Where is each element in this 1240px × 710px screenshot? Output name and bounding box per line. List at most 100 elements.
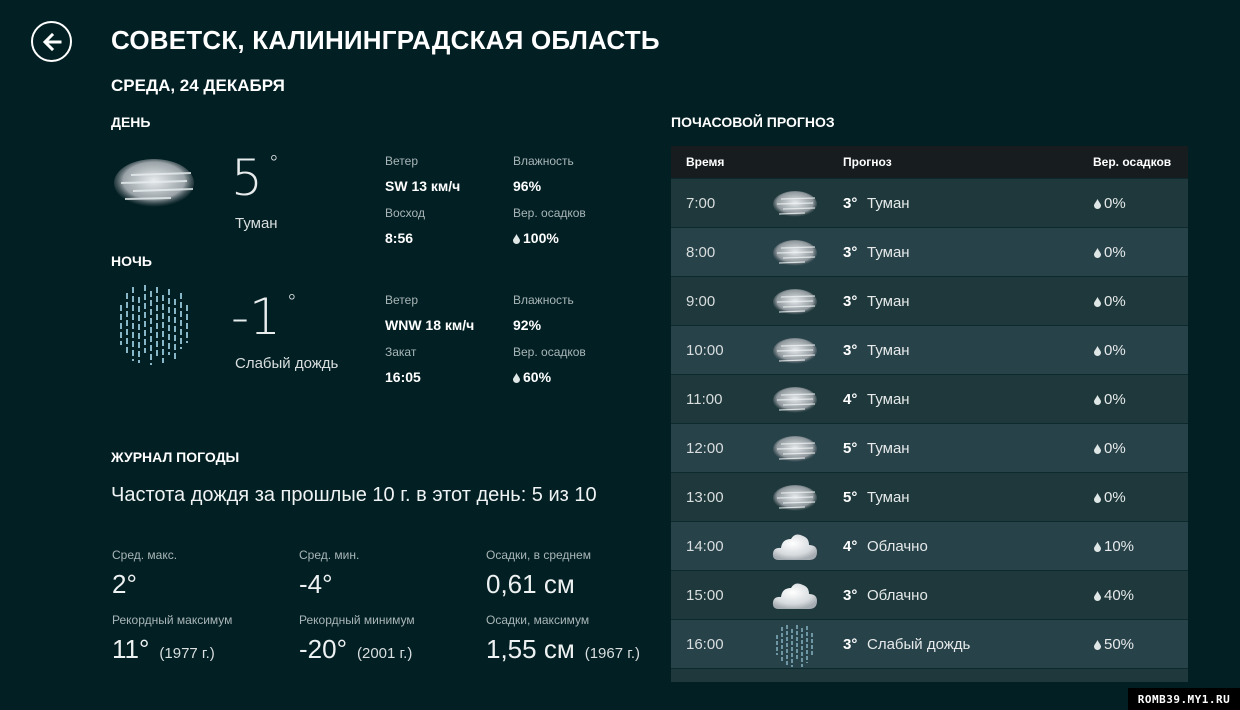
- fog-icon: [771, 383, 819, 417]
- hour-condition: Туман: [867, 293, 910, 310]
- hour-condition: Слабый дождь: [867, 636, 971, 653]
- day-humidity-label: Влажность: [513, 154, 574, 168]
- hour-condition: Туман: [867, 391, 910, 408]
- record-max-label: Рекордный максимум: [112, 613, 233, 627]
- hour-temperature: 5°: [843, 440, 858, 457]
- day-condition: Туман: [235, 215, 278, 232]
- fog-icon: [114, 159, 194, 207]
- watermark: ROMB39.MY1.RU: [1128, 688, 1240, 710]
- avg-precip-label: Осадки, в среднем: [486, 548, 591, 562]
- column-forecast: Прогноз: [843, 155, 892, 169]
- hour-time: 12:00: [686, 440, 724, 457]
- hour-precip: 50%: [1094, 636, 1134, 653]
- table-row[interactable]: 12:00 5° Туман 0%: [671, 423, 1188, 472]
- night-precip-label: Вер. осадков: [513, 345, 586, 359]
- back-button[interactable]: [31, 21, 72, 62]
- night-humidity-label: Влажность: [513, 293, 574, 307]
- hour-temperature: 3°: [843, 195, 858, 212]
- hour-time: 7:00: [686, 195, 716, 212]
- hour-time: 11:00: [686, 391, 723, 408]
- night-temperature: -1 °: [231, 288, 297, 346]
- raindrop-icon: [513, 234, 520, 244]
- day-humidity-value: 96%: [513, 178, 542, 194]
- record-min-label: Рекордный минимум: [299, 613, 415, 627]
- history-title: Частота дождя за прошлые 10 г. в этот де…: [111, 484, 597, 506]
- day-label: ДЕНЬ: [111, 114, 151, 130]
- fog-icon: [771, 187, 819, 221]
- sunrise-label: Восход: [385, 206, 425, 220]
- table-row[interactable]: 11:00 4° Туман 0%: [671, 374, 1188, 423]
- hour-temperature: 4°: [843, 538, 858, 555]
- date-heading: СРЕДА, 24 ДЕКАБРЯ: [111, 76, 285, 95]
- max-precip-label: Осадки, максимум: [486, 613, 590, 627]
- raindrop-icon: [1094, 297, 1101, 307]
- raindrop-icon: [1094, 248, 1101, 258]
- table-row[interactable]: 14:00 4° Облачно 10%: [671, 521, 1188, 570]
- avg-min-label: Сред. мин.: [299, 548, 360, 562]
- table-row[interactable]: 16:00 3° Слабый дождь 50%: [671, 619, 1188, 668]
- hour-temperature: 5°: [843, 489, 858, 506]
- table-row[interactable]: 13:00 5° Туман 0%: [671, 472, 1188, 521]
- max-precip-value: 1,55 см (1967 г.): [486, 634, 641, 664]
- hour-precip: 0%: [1094, 293, 1126, 310]
- table-row[interactable]: 15:00 3° Облачно 40%: [671, 570, 1188, 619]
- sunset-label: Закат: [385, 345, 417, 359]
- hour-condition: Туман: [867, 195, 910, 212]
- avg-precip-value: 0,61 см: [486, 569, 575, 599]
- cloud-icon: [771, 530, 819, 564]
- fog-icon: [771, 236, 819, 270]
- night-label: НОЧЬ: [111, 253, 152, 269]
- hour-condition: Облачно: [867, 538, 928, 555]
- night-precip-value: 60%: [513, 369, 551, 385]
- hour-time: 13:00: [686, 489, 724, 506]
- hour-condition: Туман: [867, 342, 910, 359]
- fog-icon: [771, 334, 819, 368]
- table-row[interactable]: 8:00 3° Туман 0%: [671, 227, 1188, 276]
- day-precip-label: Вер. осадков: [513, 206, 586, 220]
- raindrop-icon: [1094, 395, 1101, 405]
- night-condition: Слабый дождь: [235, 355, 339, 372]
- table-row[interactable]: 9:00 3° Туман 0%: [671, 276, 1188, 325]
- hour-time: 14:00: [686, 538, 724, 555]
- hour-condition: Туман: [867, 440, 910, 457]
- table-row-partial: [671, 668, 1188, 682]
- hourly-table[interactable]: Время Прогноз Вер. осадков 7:00 3° Туман 0%…: [671, 146, 1188, 682]
- page-title: СОВЕТСК, КАЛИНИНГРАДСКАЯ ОБЛАСТЬ: [111, 25, 660, 55]
- hour-temperature: 3°: [843, 636, 858, 653]
- night-wind-label: Ветер: [385, 293, 418, 307]
- hour-time: 16:00: [686, 636, 724, 653]
- hour-precip: 40%: [1094, 587, 1134, 604]
- hour-precip: 0%: [1094, 244, 1126, 261]
- hour-precip: 0%: [1094, 342, 1126, 359]
- raindrop-icon: [513, 373, 520, 383]
- hour-temperature: 3°: [843, 244, 858, 261]
- hourly-label: ПОЧАСОВОЙ ПРОГНОЗ: [671, 114, 835, 130]
- hourly-rows: 7:00 3° Туман 0% 8:00 3° Туман 0% 9:00 3° Туман 0% 1…: [671, 178, 1188, 668]
- hour-time: 10:00: [686, 342, 724, 359]
- avg-max-label: Сред. макс.: [112, 548, 178, 562]
- light-rain-icon: [771, 623, 819, 667]
- table-row[interactable]: 7:00 3° Туман 0%: [671, 178, 1188, 227]
- table-row[interactable]: 10:00 3° Туман 0%: [671, 325, 1188, 374]
- hour-precip: 0%: [1094, 440, 1126, 457]
- raindrop-icon: [1094, 199, 1101, 209]
- record-max-value: 11° (1977 г.): [112, 634, 215, 664]
- hour-time: 9:00: [686, 293, 716, 310]
- hour-precip: 0%: [1094, 195, 1126, 212]
- raindrop-icon: [1094, 640, 1101, 650]
- fog-icon: [771, 481, 819, 515]
- raindrop-icon: [1094, 493, 1101, 503]
- night-wind-value: WNW 18 км/ч: [385, 317, 475, 333]
- hour-precip: 0%: [1094, 489, 1126, 506]
- hour-condition: Облачно: [867, 587, 928, 604]
- fog-icon: [771, 432, 819, 466]
- record-min-value: -20° (2001 г.): [299, 634, 413, 664]
- avg-max-value: 2°: [112, 569, 137, 599]
- light-rain-icon: [120, 285, 188, 365]
- hour-time: 8:00: [686, 244, 716, 261]
- night-humidity-value: 92%: [513, 317, 542, 333]
- avg-min-value: -4°: [299, 569, 333, 599]
- hour-condition: Туман: [867, 489, 910, 506]
- cloud-icon: [771, 579, 819, 613]
- hour-temperature: 3°: [843, 587, 858, 604]
